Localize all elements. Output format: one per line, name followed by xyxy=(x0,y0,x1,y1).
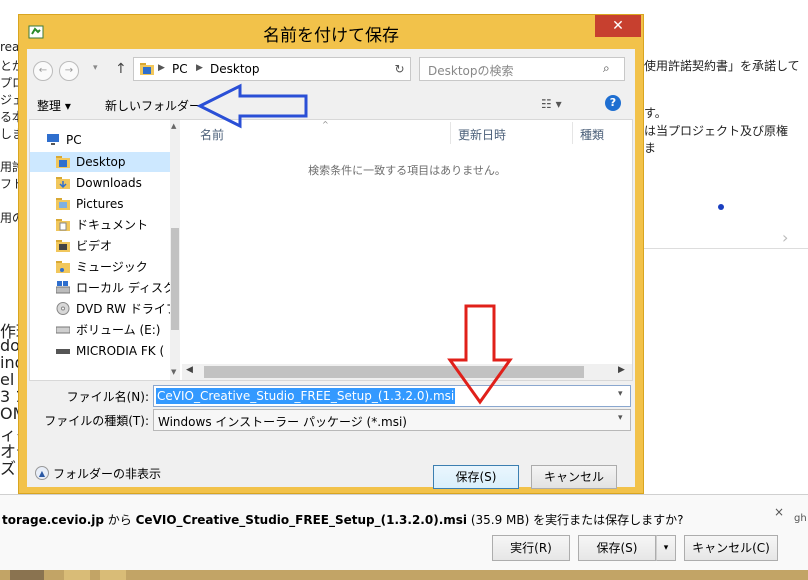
cancel-button[interactable]: キャンセル xyxy=(531,465,617,489)
recent-locations-dropdown[interactable]: ▾ xyxy=(93,63,98,73)
scrollbar-thumb[interactable] xyxy=(204,366,584,378)
pc-icon xyxy=(47,134,59,145)
filename-label: ファイル名(N): xyxy=(66,390,149,404)
column-divider[interactable] xyxy=(450,122,451,144)
scrollbar-thumb[interactable] xyxy=(171,228,179,330)
annotation-red-arrow xyxy=(447,304,513,405)
file-list: ^ 名前 更新日時 種類 検索条件に一致する項目はありません。 ◀ ▶ xyxy=(182,120,632,380)
annotation-blue-arrow xyxy=(196,83,308,129)
nav-item-volume-e[interactable]: ボリューム (E:) xyxy=(30,320,176,340)
scroll-down-icon[interactable]: ▼ xyxy=(171,368,176,376)
drive-icon xyxy=(56,326,70,334)
help-icon[interactable]: ? xyxy=(605,95,621,111)
breadcrumb-desktop[interactable]: Desktop xyxy=(210,62,260,76)
nav-item-documents[interactable]: ドキュメント xyxy=(30,215,176,235)
breadcrumb-separator-icon: ▶ xyxy=(158,63,165,73)
filename-input[interactable]: CeVIO_Creative_Studio_FREE_Setup_(1.3.2.… xyxy=(156,388,456,404)
nav-item-pc[interactable]: PC xyxy=(30,130,176,150)
refresh-icon[interactable]: ↻ xyxy=(389,57,411,81)
nav-item-videos[interactable]: ビデオ xyxy=(30,236,176,256)
breadcrumb-separator-icon: ▶ xyxy=(196,63,203,73)
chevron-down-icon[interactable]: ▾ xyxy=(618,389,623,399)
start-button[interactable] xyxy=(10,570,44,580)
up-arrow-icon[interactable]: ↑ xyxy=(115,61,127,77)
scroll-left-icon[interactable]: ◀ xyxy=(186,365,193,375)
scroll-up-icon[interactable]: ▲ xyxy=(171,122,176,130)
new-folder-button[interactable]: 新しいフォルダー xyxy=(105,97,201,114)
filetype-label: ファイルの種類(T): xyxy=(44,414,149,428)
dialog-title: 名前を付けて保存 xyxy=(263,26,399,46)
command-bar: 整理 ▾ 新しいフォルダー ☷ ▾ ? xyxy=(27,89,635,119)
download-from-text: から xyxy=(103,513,136,527)
chevron-down-icon[interactable]: ▾ xyxy=(618,413,623,423)
bg-fragment: は当プロジェクト及び原権 xyxy=(644,124,789,138)
nav-item-pictures[interactable]: Pictures xyxy=(30,194,176,214)
search-icon[interactable]: ⌕ xyxy=(603,61,610,76)
download-save-button[interactable]: 保存(S) xyxy=(578,535,656,561)
run-button[interactable]: 実行(R) xyxy=(492,535,570,561)
empty-message: 検索条件に一致する項目はありません。 xyxy=(308,164,506,177)
nav-item-music[interactable]: ミュージック xyxy=(30,257,176,277)
bullet-dot xyxy=(718,204,724,210)
close-button[interactable]: ✕ xyxy=(595,15,641,37)
view-options-icon[interactable]: ☷ ▾ xyxy=(541,97,562,111)
folder-icon xyxy=(140,63,154,75)
nav-item-downloads[interactable]: Downloads xyxy=(30,173,176,193)
folder-icon xyxy=(56,198,70,210)
bg-fragment: ま xyxy=(644,141,657,155)
folder-icon xyxy=(56,177,70,189)
dialog-titlebar[interactable]: 名前を付けて保存 ✕ xyxy=(19,15,643,49)
navigation-scrollbar[interactable]: ▲ ▼ xyxy=(170,120,180,380)
bg-fragment: 使用許諾契約書」を承諾して xyxy=(644,59,800,73)
organize-menu[interactable]: 整理 ▾ xyxy=(37,97,71,114)
forward-button[interactable]: → xyxy=(59,61,79,81)
nav-item-microdia[interactable]: MICRODIA FK ( xyxy=(30,341,176,361)
save-options-dropdown[interactable]: ▾ xyxy=(656,535,676,561)
download-host: torage.cevio.jp xyxy=(2,513,104,527)
horizontal-scrollbar[interactable]: ◀ ▶ xyxy=(182,364,632,380)
download-cancel-button[interactable]: キャンセル(C) xyxy=(684,535,778,561)
download-message: torage.cevio.jp から CeVIO_Creative_Studio… xyxy=(2,511,684,528)
download-filename: CeVIO_Creative_Studio_FREE_Setup_(1.3.2.… xyxy=(135,513,468,527)
download-notification-bar: torage.cevio.jp から CeVIO_Creative_Studio… xyxy=(0,494,808,571)
taskbar xyxy=(0,570,808,580)
save-as-dialog: 名前を付けて保存 ✕ ← → ▾ ↑ ▶ PC ▶ Desktop ▾ ↻ De… xyxy=(18,14,644,494)
browser-panes: PC Desktop Downloads Pictures ドキュメント ビデオ… xyxy=(29,119,633,381)
breadcrumb-pc[interactable]: PC xyxy=(172,62,188,76)
nav-item-local-disk[interactable]: ローカル ディスク (C xyxy=(30,278,176,298)
folder-icon xyxy=(56,240,70,252)
navigation-pane: PC Desktop Downloads Pictures ドキュメント ビデオ… xyxy=(30,120,180,380)
column-header-modified[interactable]: 更新日時 xyxy=(458,126,506,143)
filetype-value: Windows インストーラー パッケージ (*.msi) xyxy=(158,415,407,429)
close-icon[interactable]: × xyxy=(774,505,784,519)
address-bar[interactable]: ▶ PC ▶ Desktop ▾ xyxy=(133,57,411,81)
bg-fragment: す。 xyxy=(644,106,667,120)
save-button[interactable]: 保存(S) xyxy=(433,465,519,489)
folder-icon xyxy=(56,261,70,273)
column-divider[interactable] xyxy=(572,122,573,144)
filename-field[interactable]: CeVIO_Creative_Studio_FREE_Setup_(1.3.2.… xyxy=(153,385,631,407)
taskbar-app-icon[interactable] xyxy=(100,570,126,580)
chevron-up-icon: ▲ xyxy=(35,466,49,480)
usb-drive-icon xyxy=(56,349,70,354)
chevron-right-icon[interactable]: › xyxy=(782,228,788,247)
nav-item-desktop[interactable]: Desktop xyxy=(30,152,176,172)
taskbar-app-icon[interactable] xyxy=(64,570,90,580)
folder-icon xyxy=(56,156,70,168)
filetype-select[interactable]: Windows インストーラー パッケージ (*.msi) ▾ xyxy=(153,409,631,431)
bg-fragment: gh xyxy=(794,513,807,524)
back-button[interactable]: ← xyxy=(33,61,53,81)
column-header-type[interactable]: 種類 xyxy=(580,126,604,143)
folder-icon xyxy=(56,219,70,231)
search-input[interactable]: Desktopの検索 xyxy=(428,62,514,79)
download-size-text: (35.9 MB) を実行または保存しますか? xyxy=(467,513,684,527)
nav-item-dvd-drive[interactable]: DVD RW ドライブ xyxy=(30,299,176,319)
dialog-body: ← → ▾ ↑ ▶ PC ▶ Desktop ▾ ↻ Desktopの検索 ⌕ … xyxy=(27,49,635,489)
disk-icon xyxy=(56,281,70,294)
divider xyxy=(644,248,808,249)
dvd-icon xyxy=(56,302,70,315)
search-box[interactable]: Desktopの検索 ⌕ xyxy=(419,57,625,81)
scroll-right-icon[interactable]: ▶ xyxy=(618,365,625,375)
